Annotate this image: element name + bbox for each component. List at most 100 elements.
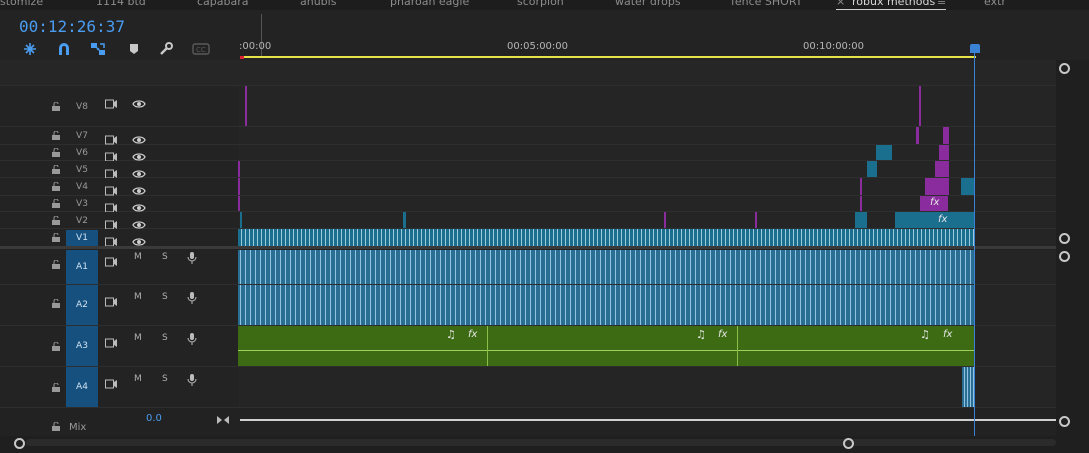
add-marker-icon[interactable] (126, 41, 142, 55)
horizontal-zoom-scrollbar[interactable] (0, 436, 1089, 453)
tab-extr[interactable]: extr (984, 0, 1006, 8)
track-lane-v8[interactable] (238, 86, 1056, 126)
tab-water-drops[interactable]: water drops (615, 0, 681, 8)
video-clip[interactable] (240, 212, 242, 228)
video-clip[interactable] (876, 145, 892, 160)
lock-icon[interactable] (52, 199, 60, 208)
video-clip-strip[interactable] (238, 229, 974, 246)
track-lane-a3[interactable]: ♫ fx ♫ fx ♫ fx (238, 326, 1056, 366)
mute-button[interactable]: M (134, 252, 142, 262)
toggle-track-output-eye-icon[interactable] (132, 215, 146, 229)
audio-scrollbar-top-knob[interactable] (1059, 251, 1070, 262)
voiceover-record-mic-icon[interactable] (187, 250, 197, 264)
video-clip[interactable] (860, 196, 862, 211)
toggle-sync-lock-icon[interactable] (105, 181, 117, 196)
toggle-track-output-eye-icon[interactable] (132, 232, 146, 246)
toggle-sync-lock-icon[interactable] (105, 164, 117, 179)
video-clip[interactable] (925, 178, 949, 195)
solo-button[interactable]: S (162, 252, 168, 262)
video-clip[interactable] (961, 178, 974, 195)
tab-1114-btd[interactable]: 1114 btd (96, 0, 146, 8)
video-audio-divider[interactable] (0, 246, 1056, 249)
snap-icon[interactable] (56, 41, 72, 55)
toggle-sync-lock-icon[interactable] (105, 94, 117, 109)
track-name-v7[interactable]: V7 (66, 131, 98, 141)
zoom-scrollbar-track[interactable] (26, 439, 1056, 446)
tab-scorpion[interactable]: scorpion (517, 0, 564, 8)
lock-icon[interactable] (52, 148, 60, 157)
track-name-a2[interactable]: A2 (66, 285, 98, 325)
video-clip[interactable] (403, 212, 406, 228)
video-clip[interactable] (238, 178, 240, 195)
toggle-sync-lock-icon[interactable] (105, 232, 117, 247)
video-clip[interactable] (245, 86, 247, 126)
track-lane-v5[interactable] (238, 161, 1056, 177)
video-clip[interactable] (755, 212, 757, 228)
track-name-v4[interactable]: V4 (66, 182, 98, 192)
playhead-handle[interactable] (970, 44, 980, 53)
toggle-sync-lock-icon[interactable] (105, 374, 117, 389)
track-lane-v7[interactable] (238, 127, 1056, 144)
toggle-sync-lock-icon[interactable] (105, 130, 117, 145)
track-name-v3[interactable]: V3 (66, 199, 98, 209)
playhead-timecode[interactable]: 00:12:26:37 (19, 17, 125, 36)
voiceover-record-mic-icon[interactable] (187, 372, 197, 386)
toggle-sync-lock-icon[interactable] (105, 147, 117, 162)
track-lane-a4[interactable] (238, 367, 1056, 407)
mute-button[interactable]: M (134, 374, 142, 384)
video-clip[interactable] (916, 127, 919, 144)
lock-icon[interactable] (52, 422, 60, 431)
timeline-settings-wrench-icon[interactable] (158, 41, 174, 55)
captions-icon[interactable]: CC (192, 41, 210, 55)
lock-icon[interactable] (52, 165, 60, 174)
toggle-sync-lock-icon[interactable] (105, 198, 117, 213)
track-name-v2[interactable]: V2 (66, 216, 98, 226)
zoom-scrollbar-right-knob[interactable] (843, 438, 854, 449)
toggle-sync-lock-icon[interactable] (105, 252, 117, 267)
toggle-sync-lock-icon[interactable] (105, 333, 117, 348)
audio-clip[interactable] (738, 326, 974, 366)
solo-button[interactable]: S (162, 333, 168, 343)
video-clip[interactable] (867, 161, 877, 177)
track-name-v5[interactable]: V5 (66, 165, 98, 175)
mute-button[interactable]: M (134, 292, 142, 302)
toggle-sync-lock-icon[interactable] (105, 292, 117, 307)
time-ruler[interactable]: :00:00 00:05:00:00 00:10:00:00 (238, 10, 1088, 60)
toggle-track-output-eye-icon[interactable] (132, 164, 146, 178)
track-name-v6[interactable]: V6 (66, 148, 98, 158)
tab-anubis[interactable]: anubis (300, 0, 336, 8)
tab-close-icon[interactable]: × (836, 0, 845, 8)
insert-sequence-as-nest-icon[interactable] (22, 41, 38, 55)
audio-clip[interactable] (962, 367, 974, 407)
video-clip[interactable] (943, 127, 949, 144)
toggle-track-output-eye-icon[interactable] (132, 198, 146, 212)
toggle-track-output-eye-icon[interactable] (132, 94, 146, 108)
video-clip[interactable] (939, 145, 949, 160)
video-clip[interactable] (238, 161, 240, 177)
toggle-track-output-eye-icon[interactable] (132, 130, 146, 144)
video-clip[interactable] (935, 161, 949, 177)
work-area-bar[interactable] (240, 56, 976, 58)
linked-selection-icon[interactable] (90, 41, 106, 55)
lock-icon[interactable] (52, 260, 60, 269)
track-lane-v2[interactable]: fx (238, 212, 1056, 228)
go-to-in-out-icon[interactable] (217, 410, 229, 424)
lock-icon[interactable] (52, 131, 60, 140)
playhead-line[interactable] (974, 48, 975, 436)
video-clip[interactable] (919, 86, 921, 126)
video-clip[interactable] (895, 212, 974, 228)
track-name-a3[interactable]: A3 (66, 326, 98, 366)
tab-robux-methods[interactable]: robux methods (852, 0, 935, 8)
voiceover-record-mic-icon[interactable] (187, 290, 197, 304)
lock-icon[interactable] (52, 383, 60, 392)
audio-clip-strip[interactable] (238, 285, 974, 325)
track-lane-v3[interactable]: fx (238, 196, 1056, 211)
audio-clip-strip[interactable] (238, 250, 974, 284)
video-clip[interactable] (855, 212, 867, 228)
audio-scrollbar-bottom-knob[interactable] (1059, 416, 1070, 427)
track-lane-v4[interactable] (238, 178, 1056, 195)
track-name-v8[interactable]: V8 (66, 102, 98, 112)
video-clip[interactable] (238, 196, 240, 211)
toggle-track-output-eye-icon[interactable] (132, 147, 146, 161)
tab-menu-icon[interactable]: ≡ (937, 0, 946, 8)
